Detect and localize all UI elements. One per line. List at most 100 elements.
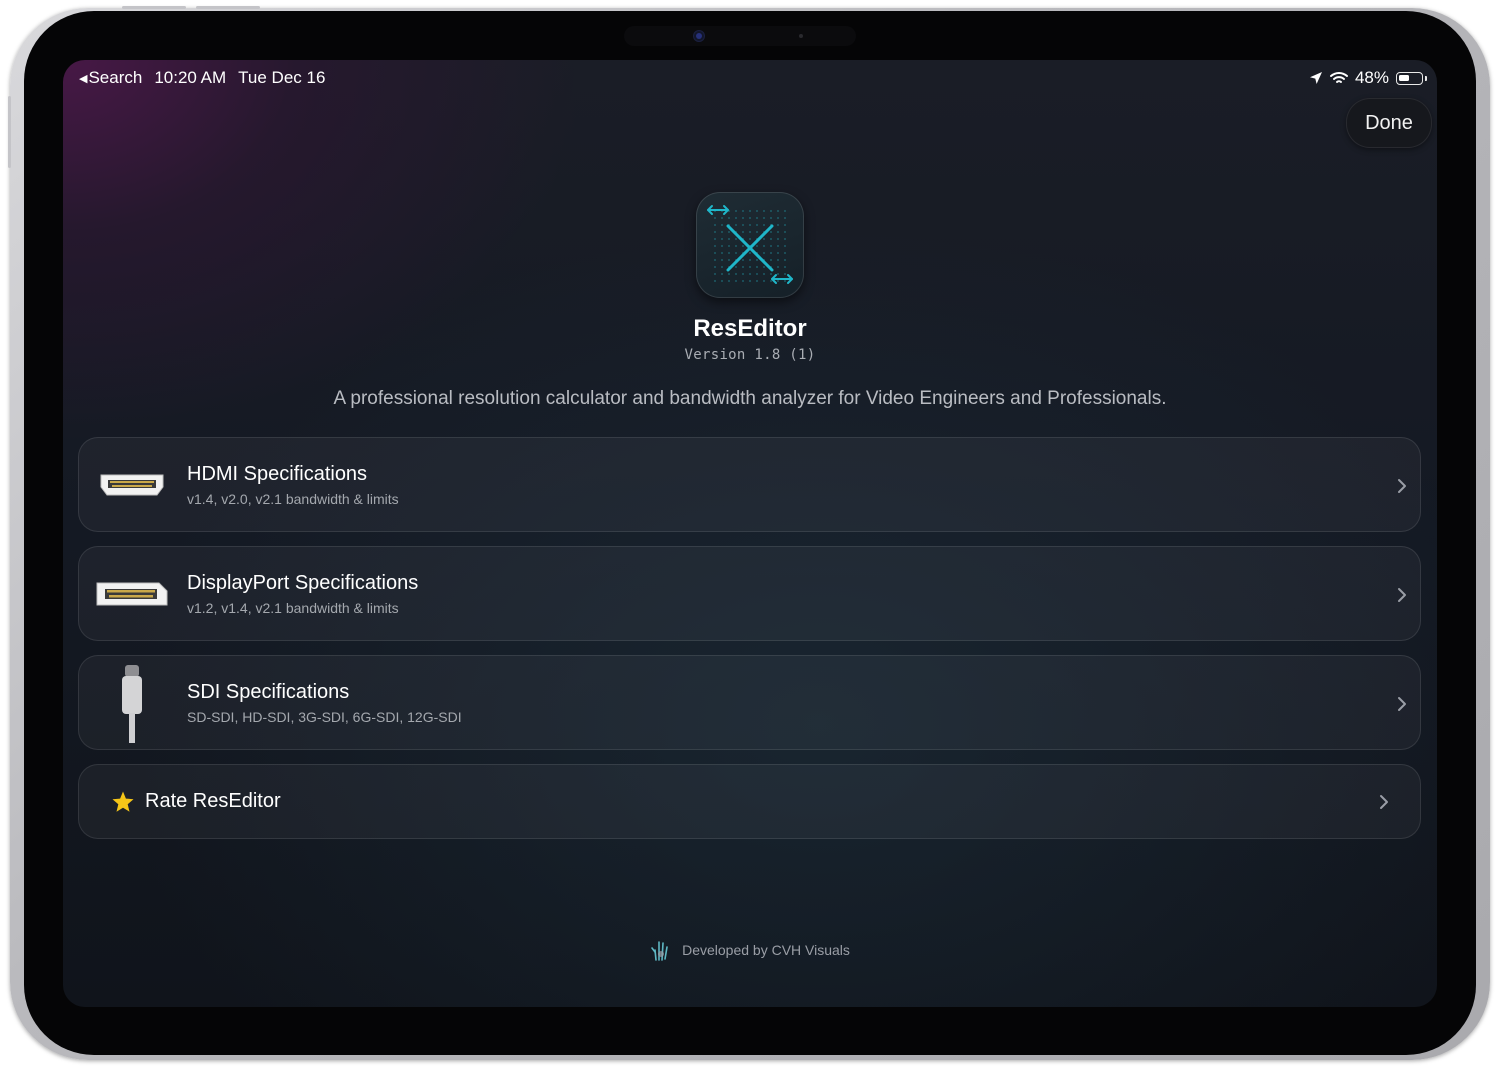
sdi-specifications-row[interactable]: SDI Specifications SD-SDI, HD-SDI, 3G-SD…: [78, 655, 1421, 750]
logo-grid-dot: [735, 252, 737, 254]
logo-grid-dot: [735, 238, 737, 240]
back-to-search-link[interactable]: ◀ Search: [79, 68, 142, 88]
logo-grid-dot: [721, 273, 723, 275]
displayport-connector-icon: [96, 582, 168, 606]
displayport-subtitle: v1.2, v1.4, v2.1 bandwidth & limits: [187, 600, 399, 616]
logo-grid-dot: [735, 217, 737, 219]
rate-reseditor-row[interactable]: Rate ResEditor: [78, 764, 1421, 839]
logo-grid-dot: [770, 217, 772, 219]
logo-grid-dot: [784, 238, 786, 240]
status-bar: ◀ Search 10:20 AM Tue Dec 16 48%: [63, 60, 1437, 96]
logo-grid-dot: [721, 252, 723, 254]
power-button: [8, 96, 11, 168]
logo-grid-dot: [728, 238, 730, 240]
status-date: Tue Dec 16: [238, 68, 326, 87]
logo-grid-dot: [749, 259, 751, 261]
logo-grid-dot: [728, 280, 730, 282]
logo-grid-dot: [742, 273, 744, 275]
hdmi-subtitle: v1.4, v2.0, v2.1 bandwidth & limits: [187, 491, 399, 507]
wifi-icon: [1329, 72, 1348, 83]
logo-grid-dot: [777, 252, 779, 254]
chevron-right-icon: [1398, 588, 1406, 602]
displayport-specifications-row[interactable]: DisplayPort Specifications v1.2, v1.4, v…: [78, 546, 1421, 641]
logo-grid-dot: [756, 217, 758, 219]
logo-grid-dot: [763, 280, 765, 282]
logo-grid-dot: [721, 266, 723, 268]
logo-grid-dot: [777, 231, 779, 233]
logo-grid-dot: [777, 210, 779, 212]
star-icon: [112, 791, 134, 812]
logo-grid-dot: [784, 252, 786, 254]
logo-grid-dot: [784, 210, 786, 212]
logo-grid-dot: [728, 217, 730, 219]
logo-grid-dot: [763, 238, 765, 240]
logo-grid-dot: [742, 217, 744, 219]
battery-level-fill: [1399, 74, 1409, 81]
logo-grid-dot: [756, 231, 758, 233]
logo-grid-dot: [784, 231, 786, 233]
logo-grid-dot: [728, 273, 730, 275]
logo-grid-dot: [770, 245, 772, 247]
hand-logo-icon: [651, 941, 668, 961]
rate-label: Rate ResEditor: [145, 790, 281, 812]
logo-grid-dot: [742, 245, 744, 247]
logo-grid-dot: [714, 231, 716, 233]
logo-grid-dot: [763, 224, 765, 226]
logo-grid-dot: [749, 252, 751, 254]
back-triangle-icon: ◀: [79, 72, 88, 85]
logo-grid-dot: [714, 280, 716, 282]
app-description: A professional resolution calculator and…: [333, 388, 1167, 409]
logo-grid-dot: [742, 210, 744, 212]
logo-grid-dot: [714, 217, 716, 219]
chevron-right-icon: [1398, 479, 1406, 493]
logo-grid-dot: [756, 245, 758, 247]
hdmi-specifications-row[interactable]: HDMI Specifications v1.4, v2.0, v2.1 ban…: [78, 437, 1421, 532]
back-label: Search: [88, 68, 143, 87]
logo-grid-dot: [763, 217, 765, 219]
logo-grid-dot: [749, 280, 751, 282]
logo-grid-dot: [714, 238, 716, 240]
reseditor-app-icon: [696, 192, 804, 298]
logo-grid-dot: [721, 280, 723, 282]
developer-credit: Developed by CVH Visuals: [63, 938, 1437, 962]
logo-grid-dot: [770, 273, 772, 275]
chevron-right-icon: [1380, 795, 1388, 809]
logo-grid-dot: [749, 266, 751, 268]
logo-grid-dot: [714, 266, 716, 268]
logo-grid-dot: [777, 259, 779, 261]
logo-grid-dot: [763, 252, 765, 254]
logo-grid-dot: [777, 280, 779, 282]
status-time: 10:20 AM: [154, 68, 227, 87]
logo-grid-dot: [784, 266, 786, 268]
developer-credit-text: Developed by CVH Visuals: [682, 942, 850, 958]
logo-grid-dot: [756, 280, 758, 282]
logo-grid-dot: [714, 273, 716, 275]
logo-grid-dot: [728, 245, 730, 247]
logo-grid-dot: [721, 238, 723, 240]
logo-grid-dot: [742, 280, 744, 282]
logo-grid-dot: [742, 231, 744, 233]
camera-housing: [624, 26, 856, 46]
app-version: Version 1.8 (1): [684, 347, 816, 363]
logo-grid-dot: [735, 245, 737, 247]
logo-grid-dot: [742, 259, 744, 261]
logo-grid-dot: [735, 224, 737, 226]
logo-grid-dot: [777, 245, 779, 247]
done-button[interactable]: Done: [1346, 98, 1432, 148]
logo-grid-dot: [784, 280, 786, 282]
logo-grid-dot: [749, 231, 751, 233]
hdmi-title: HDMI Specifications: [187, 463, 368, 485]
logo-grid-dot: [742, 224, 744, 226]
logo-grid-dot: [770, 210, 772, 212]
logo-grid-dot: [721, 231, 723, 233]
logo-grid-dot: [784, 217, 786, 219]
logo-grid-dot: [749, 273, 751, 275]
logo-grid-dot: [763, 245, 765, 247]
sdi-title: SDI Specifications: [187, 681, 350, 703]
logo-grid-dot: [735, 210, 737, 212]
logo-grid-dot: [770, 259, 772, 261]
logo-grid-dot: [749, 238, 751, 240]
logo-grid-dot: [749, 217, 751, 219]
camera-lens-icon: [696, 33, 702, 39]
hdmi-connector-icon: [100, 474, 164, 496]
